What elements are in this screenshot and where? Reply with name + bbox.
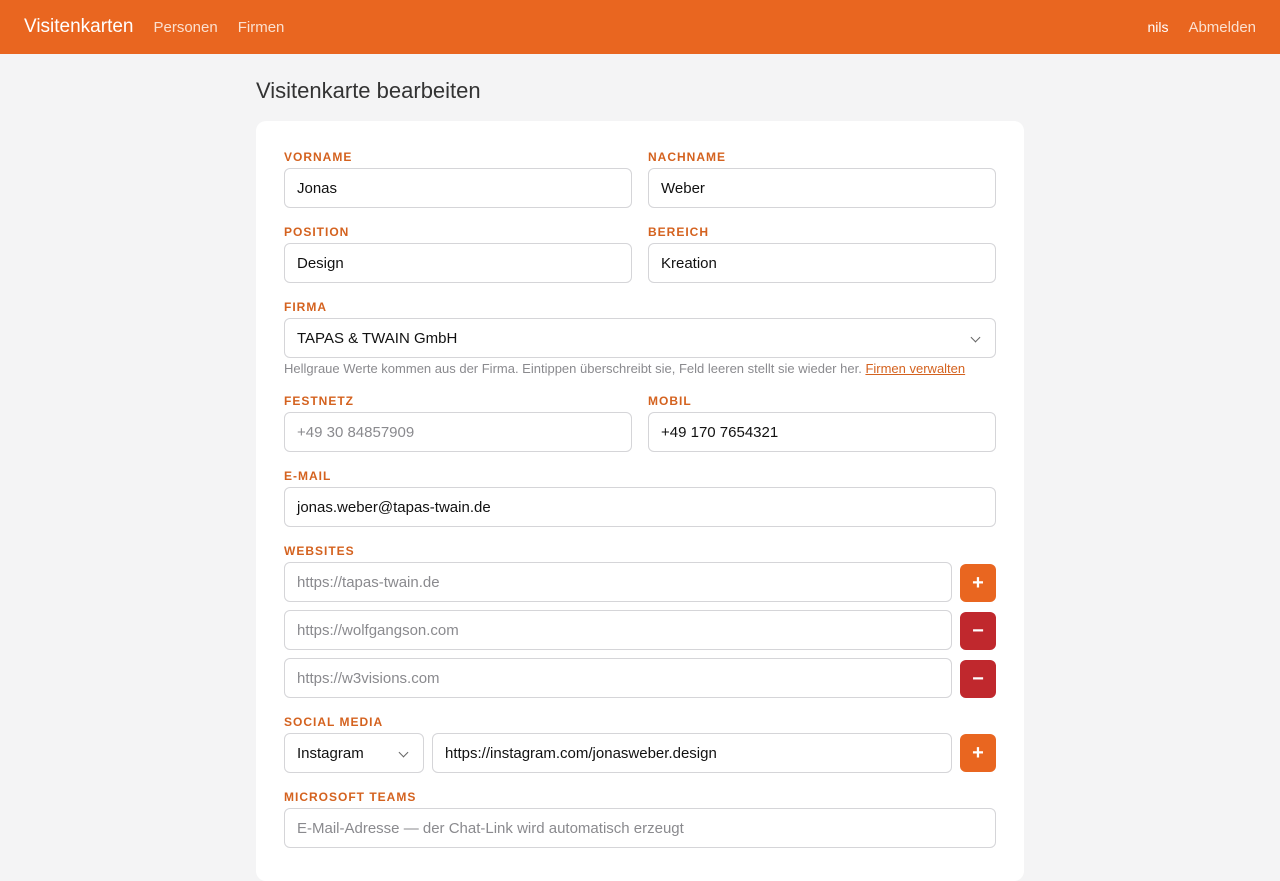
website-input[interactable]: https://wolfgangson.com	[284, 610, 952, 650]
festnetz-label: Festnetz	[284, 394, 354, 408]
mobil-label: Mobil	[648, 394, 692, 408]
add-social-button[interactable]: +	[960, 734, 996, 772]
websites-label: Websites	[284, 544, 355, 558]
brand-logo[interactable]: Visitenkarten	[24, 16, 134, 38]
remove-website-button[interactable]: −	[960, 660, 996, 698]
logout-link[interactable]: Abmelden	[1188, 19, 1256, 36]
nav-right: nils Abmelden	[1147, 19, 1256, 36]
teams-input[interactable]: E-Mail-Adresse — der Chat-Link wird auto…	[284, 808, 996, 848]
current-user: nils	[1147, 19, 1169, 35]
remove-website-button[interactable]: −	[960, 612, 996, 650]
manage-firms-link[interactable]: Firmen verwalten	[865, 361, 965, 376]
position-input[interactable]: Design	[284, 243, 632, 283]
website-input[interactable]: https://tapas-twain.de	[284, 562, 952, 602]
add-website-button[interactable]: +	[960, 564, 996, 602]
mobil-input[interactable]: +49 170 7654321	[648, 412, 996, 452]
nav-link-firmen[interactable]: Firmen	[238, 19, 285, 36]
firma-help-text: Hellgraue Werte kommen aus der Firma. Ei…	[284, 361, 965, 376]
festnetz-input[interactable]: +49 30 84857909	[284, 412, 632, 452]
nachname-input[interactable]: Weber	[648, 168, 996, 208]
email-input[interactable]: jonas.weber@tapas-twain.de	[284, 487, 996, 527]
page-title: Visitenkarte bearbeiten	[256, 78, 481, 103]
firma-select-value: TAPAS & TWAIN GmbH	[297, 329, 458, 347]
position-label: Position	[284, 225, 350, 239]
firma-label: Firma	[284, 300, 327, 314]
social-network-value: Instagram	[297, 744, 364, 762]
social-media-label: Social Media	[284, 715, 384, 729]
firma-select[interactable]: TAPAS & TWAIN GmbH	[284, 318, 996, 358]
bereich-input[interactable]: Kreation	[648, 243, 996, 283]
nachname-label: Nachname	[648, 150, 726, 164]
website-input[interactable]: https://w3visions.com	[284, 658, 952, 698]
edit-form-card: Vorname Jonas Nachname Weber Position De…	[256, 121, 1024, 881]
nav-link-personen[interactable]: Personen	[154, 19, 218, 36]
social-url-input[interactable]: https://instagram.com/jonasweber.design	[432, 733, 952, 773]
social-network-select[interactable]: Instagram	[284, 733, 424, 773]
bereich-label: Bereich	[648, 225, 710, 239]
vorname-input[interactable]: Jonas	[284, 168, 632, 208]
top-nav: Visitenkarten Personen Firmen nils Abmel…	[0, 0, 1280, 54]
vorname-label: Vorname	[284, 150, 353, 164]
firma-help-message: Hellgraue Werte kommen aus der Firma. Ei…	[284, 361, 862, 376]
teams-label: Microsoft Teams	[284, 790, 417, 804]
email-label: E-Mail	[284, 469, 332, 483]
